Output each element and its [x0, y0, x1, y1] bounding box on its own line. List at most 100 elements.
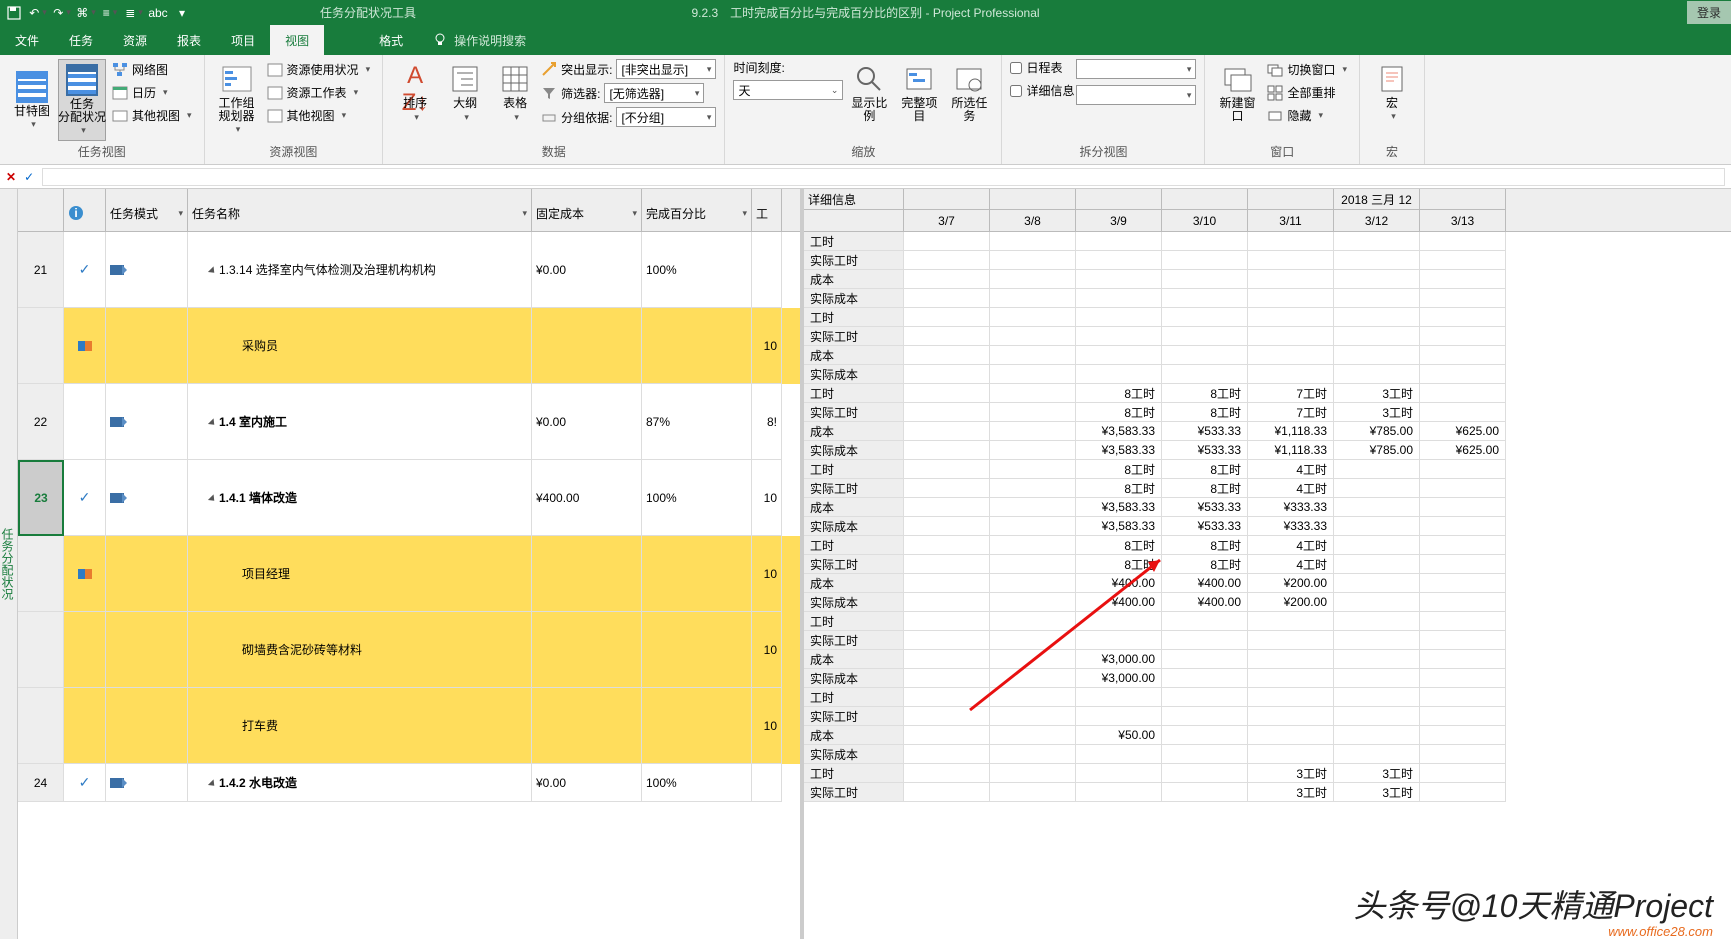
highlight-combo[interactable]: [非突出显示]▾ [616, 59, 716, 79]
timephased-row[interactable]: 成本¥3,000.00 [804, 650, 1731, 669]
save-icon[interactable] [6, 5, 22, 21]
calendar-button[interactable]: 日历▾ [108, 82, 196, 103]
table-row[interactable]: 24✓1.4.2 水电改造¥0.00100% [18, 764, 800, 802]
timephased-row[interactable]: 成本¥3,583.33¥533.33¥1,118.33¥785.00¥625.0… [804, 422, 1731, 441]
timephased-row[interactable]: 实际工时8工时8工时4工时 [804, 479, 1731, 498]
name-header[interactable]: 任务名称▾ [188, 189, 532, 231]
confirm-edit-icon[interactable]: ✓ [24, 170, 34, 184]
timephased-row[interactable]: 实际工时8工时8工时4工时 [804, 555, 1731, 574]
timephased-row[interactable]: 实际工时 [804, 327, 1731, 346]
mode-header[interactable]: 任务模式▾ [106, 189, 188, 231]
timephased-row[interactable]: 工时8工时8工时7工时3工时 [804, 384, 1731, 403]
tab-view[interactable]: 视图 [270, 25, 324, 55]
selected-tasks-button[interactable]: 所选任务 [945, 59, 993, 127]
tab-task[interactable]: 任务 [54, 25, 108, 55]
date-column-header[interactable]: 2018 三月 123/12 [1334, 189, 1420, 231]
group-combo[interactable]: [不分组]▾ [616, 107, 716, 127]
timephased-row[interactable]: 工时8工时8工时4工时 [804, 536, 1731, 555]
cost-header[interactable]: 固定成本▾ [532, 189, 642, 231]
timephased-row[interactable]: 成本 [804, 346, 1731, 365]
tab-file[interactable]: 文件 [0, 25, 54, 55]
tables-button[interactable]: 表格▾ [491, 59, 539, 127]
timephased-row[interactable]: 成本 [804, 270, 1731, 289]
cancel-edit-icon[interactable]: ✕ [6, 170, 16, 184]
timephased-row[interactable]: 实际成本 [804, 745, 1731, 764]
hide-button[interactable]: 隐藏▾ [1263, 105, 1351, 126]
date-column-header[interactable]: 3/10 [1162, 189, 1248, 231]
login-button[interactable]: 登录 [1687, 1, 1731, 24]
table-row[interactable]: 砌墙费含泥砂砖等材料10 [18, 612, 800, 688]
timephased-row[interactable]: 成本¥400.00¥400.00¥200.00 [804, 574, 1731, 593]
tab-report[interactable]: 报表 [162, 25, 216, 55]
timephased-row[interactable]: 实际成本¥3,583.33¥533.33¥1,118.33¥785.00¥625… [804, 441, 1731, 460]
formula-input[interactable] [42, 168, 1725, 186]
timephased-row[interactable]: 工时 [804, 232, 1731, 251]
outline-button[interactable]: 大纲▾ [441, 59, 489, 127]
indicator-header[interactable]: i [64, 189, 106, 231]
timephased-row[interactable]: 成本¥3,583.33¥533.33¥333.33 [804, 498, 1731, 517]
link-icon[interactable]: ⌘▾ [78, 5, 94, 21]
timeline-combo[interactable]: ▾ [1076, 59, 1196, 79]
timephased-row[interactable]: 实际工时 [804, 707, 1731, 726]
outdent-icon[interactable]: ≣▾ [126, 5, 142, 21]
pct-header[interactable]: 完成百分比▾ [642, 189, 752, 231]
table-row[interactable]: 采购员10 [18, 308, 800, 384]
table-row[interactable]: 221.4 室内施工¥0.0087%8! [18, 384, 800, 460]
table-row[interactable]: 21✓1.3.14 选择室内气体检测及治理机构机构¥0.00100% [18, 232, 800, 308]
table-row[interactable]: 打车费10 [18, 688, 800, 764]
filter-combo[interactable]: [无筛选器]▾ [604, 83, 704, 103]
date-column-header[interactable]: 3/11 [1248, 189, 1334, 231]
other-views-button[interactable]: 其他视图▾ [108, 105, 196, 126]
timephased-row[interactable]: 工时 [804, 612, 1731, 631]
timephased-row[interactable]: 实际成本¥3,000.00 [804, 669, 1731, 688]
timephased-row[interactable]: 工时 [804, 688, 1731, 707]
timephased-row[interactable]: 实际成本¥3,583.33¥533.33¥333.33 [804, 517, 1731, 536]
tab-format[interactable]: 格式 [364, 25, 418, 55]
table-row[interactable]: 项目经理10 [18, 536, 800, 612]
resource-usage-button[interactable]: 资源使用状况▾ [263, 59, 375, 80]
date-column-header[interactable]: 3/13 [1420, 189, 1506, 231]
timephased-row[interactable]: 工时8工时8工时4工时 [804, 460, 1731, 479]
timephased-row[interactable]: 工时 [804, 308, 1731, 327]
strike-icon[interactable]: abc [150, 5, 166, 21]
tab-project[interactable]: 项目 [216, 25, 270, 55]
timephased-row[interactable]: 实际成本¥400.00¥400.00¥200.00 [804, 593, 1731, 612]
timescale-combo[interactable]: 天⌄ [733, 80, 843, 100]
row-header[interactable] [18, 189, 64, 231]
timephased-row[interactable]: 成本¥50.00 [804, 726, 1731, 745]
details-combo[interactable]: ▾ [1076, 85, 1196, 105]
redo-icon[interactable]: ↷▾ [54, 5, 70, 21]
timephased-row[interactable]: 实际成本 [804, 365, 1731, 384]
timephased-row[interactable]: 实际工时 [804, 251, 1731, 270]
sort-button[interactable]: AZ↓排序▾ [391, 59, 439, 127]
tab-resource[interactable]: 资源 [108, 25, 162, 55]
timephased-row[interactable]: 实际工时8工时8工时7工时3工时 [804, 403, 1731, 422]
timephased-row[interactable]: 实际工时3工时3工时 [804, 783, 1731, 802]
work-header[interactable]: 工 [752, 189, 782, 231]
timephased-row[interactable]: 实际工时 [804, 631, 1731, 650]
date-column-header[interactable]: 3/8 [990, 189, 1076, 231]
timephased-row[interactable]: 实际成本 [804, 289, 1731, 308]
other-views-2-button[interactable]: 其他视图▾ [263, 105, 375, 126]
tell-me-search[interactable]: 操作说明搜索 [418, 25, 540, 55]
date-column-header[interactable]: 3/7 [904, 189, 990, 231]
undo-icon[interactable]: ↶▾ [30, 5, 46, 21]
arrange-all-button[interactable]: 全部重排 [1263, 82, 1351, 103]
switch-window-button[interactable]: 切换窗口▾ [1263, 59, 1351, 80]
zoom-button[interactable]: 显示比例 [845, 59, 893, 127]
task-usage-button[interactable]: 任务 分配状况▾ [58, 59, 106, 141]
macro-button[interactable]: 宏▾ [1368, 59, 1416, 126]
customize-qat-icon[interactable]: ▾ [174, 5, 190, 21]
timephased-row[interactable]: 工时3工时3工时 [804, 764, 1731, 783]
new-window-button[interactable]: 新建窗口 [1213, 59, 1261, 127]
gantt-button[interactable]: 甘特图▾ [8, 59, 56, 141]
table-row[interactable]: 23✓1.4.1 墙体改造¥400.00100%10 [18, 460, 800, 536]
entire-project-button[interactable]: 完整项目 [895, 59, 943, 127]
details-checkbox[interactable]: 详细信息 [1010, 82, 1074, 99]
resource-sheet-button[interactable]: 资源工作表▾ [263, 82, 375, 103]
indent-icon[interactable]: ≡▾ [102, 5, 118, 21]
timeline-checkbox[interactable]: 日程表 [1010, 59, 1074, 76]
team-planner-button[interactable]: 工作组 规划器▾ [213, 59, 261, 139]
network-diagram-button[interactable]: 网络图 [108, 59, 196, 80]
date-column-header[interactable]: 3/9 [1076, 189, 1162, 231]
